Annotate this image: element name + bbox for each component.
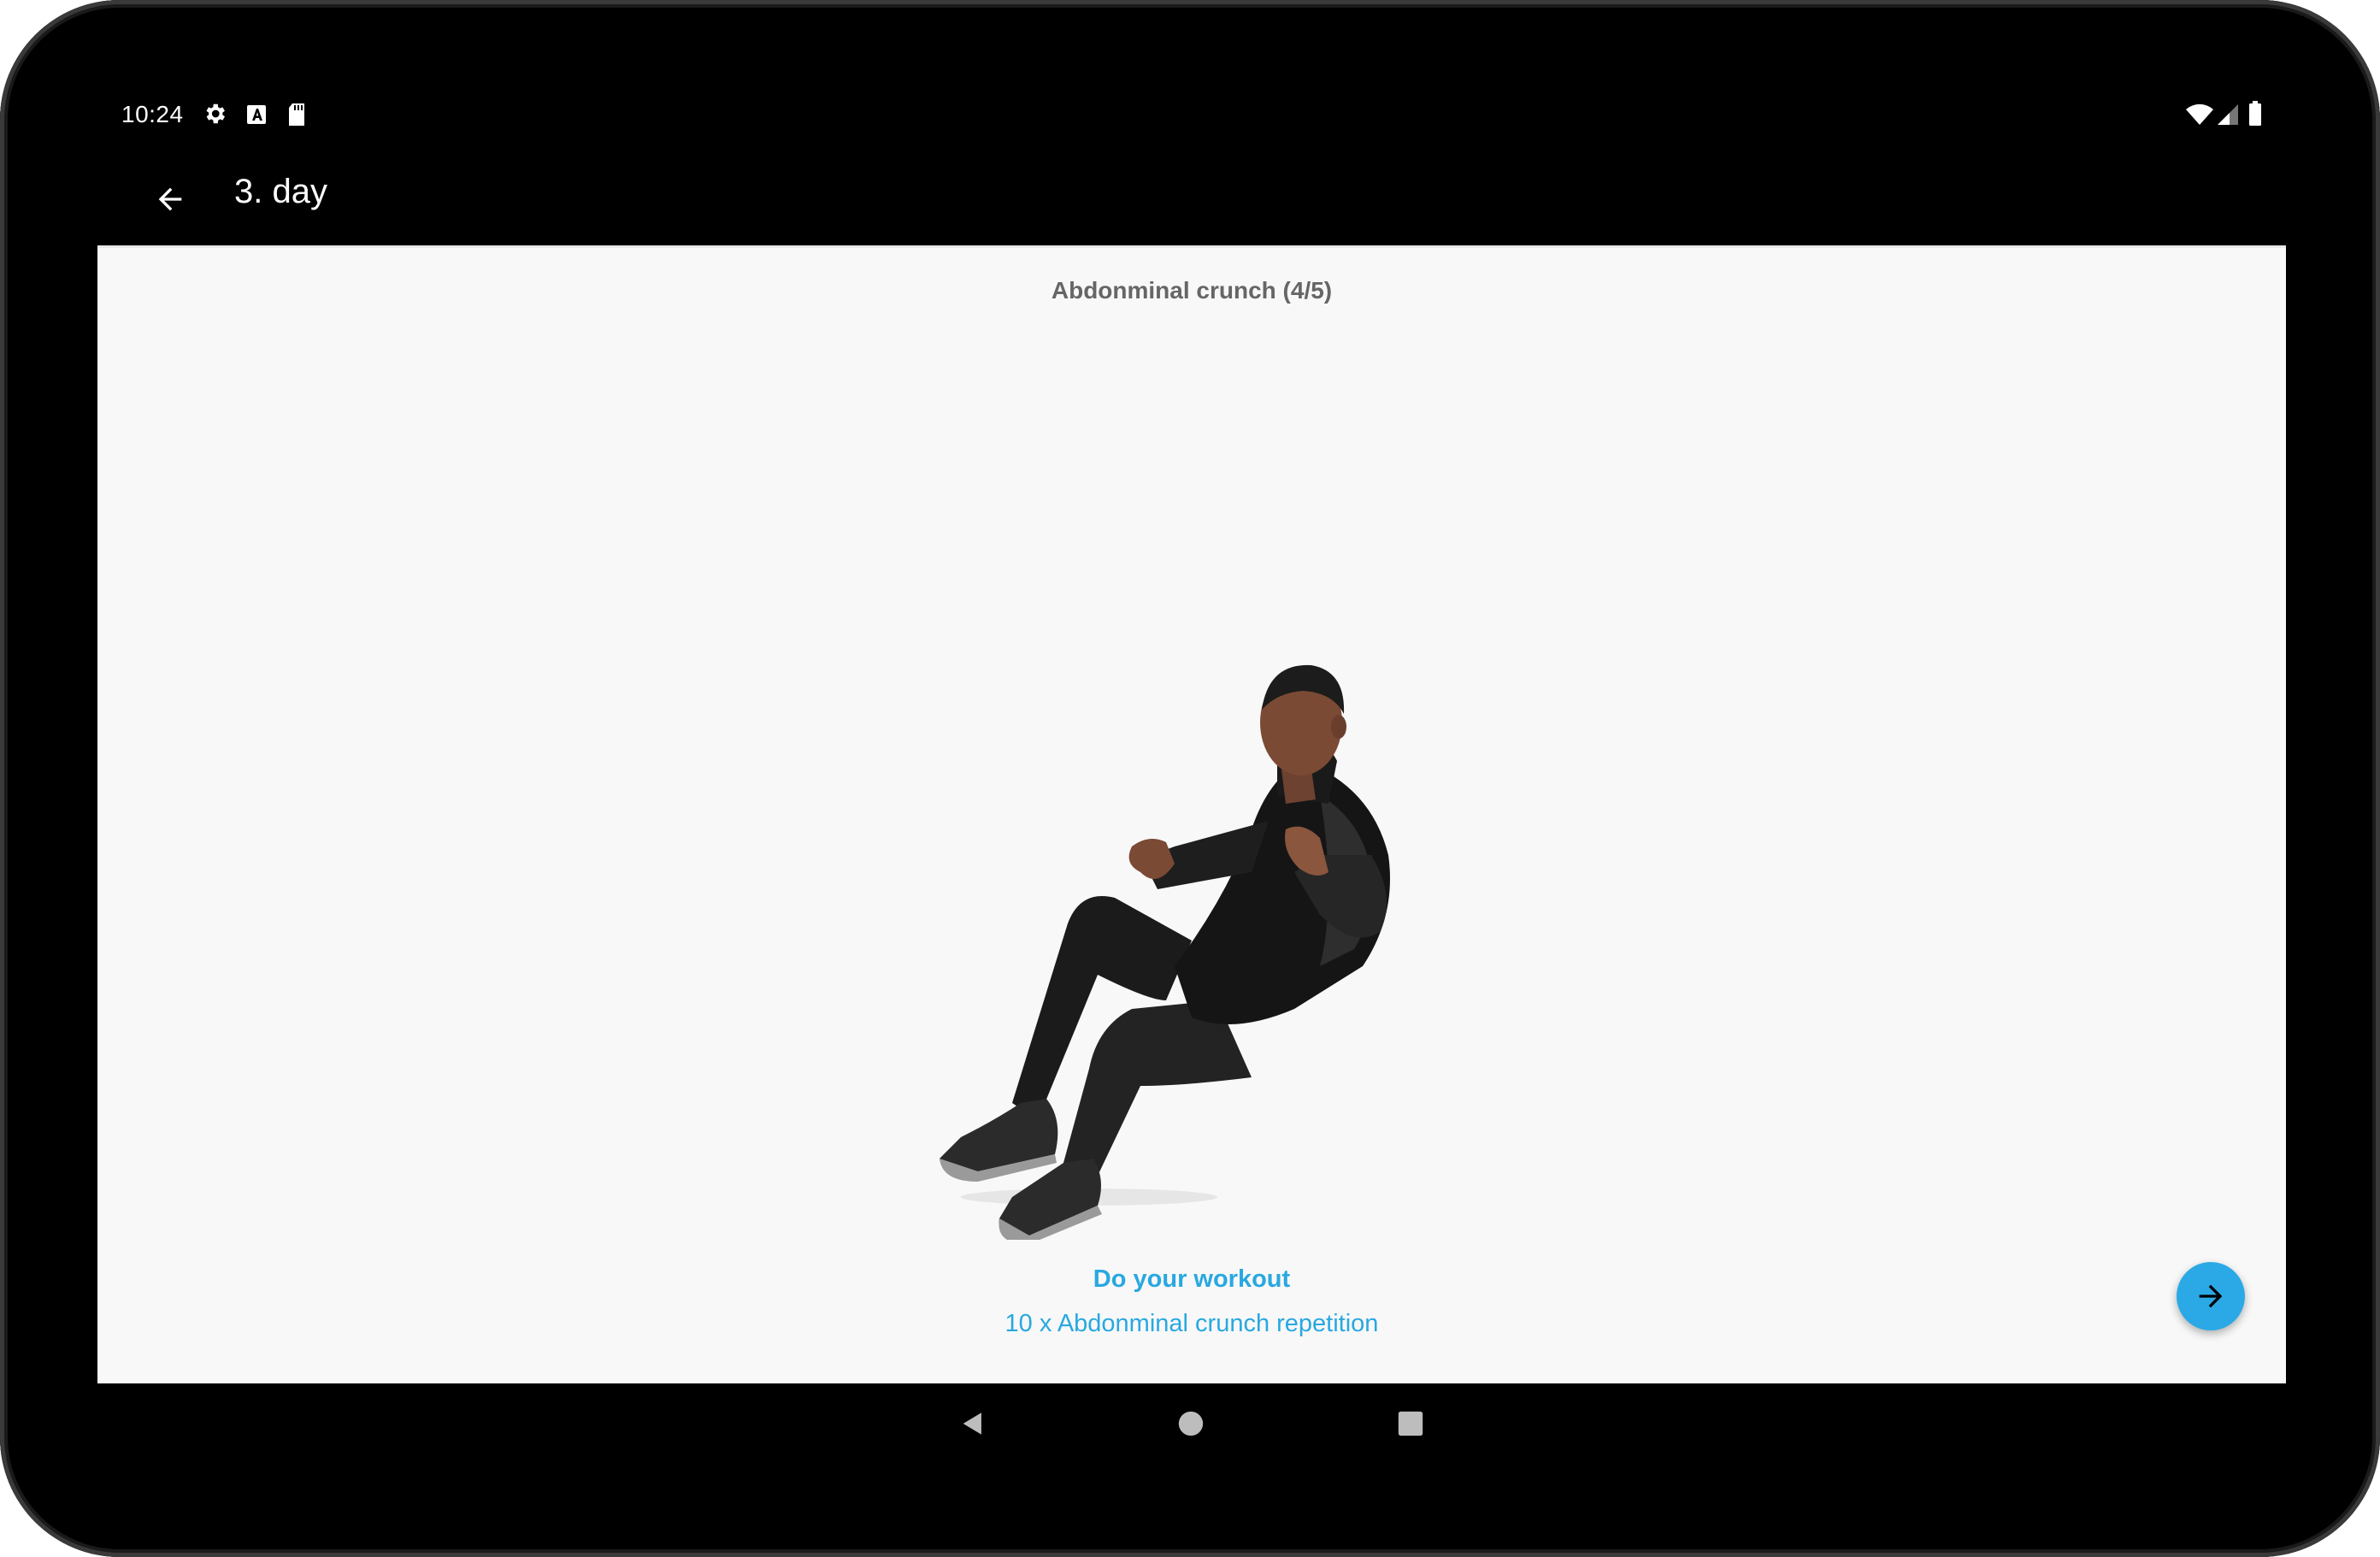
status-bar: 10:24 xyxy=(120,96,2265,137)
navigation-bar xyxy=(0,1389,2380,1458)
battery-icon xyxy=(2249,101,2261,126)
status-time: 10:24 xyxy=(121,101,184,127)
arrow-forward-icon xyxy=(2199,1284,2223,1308)
next-exercise-button[interactable] xyxy=(2177,1262,2245,1330)
sd-card-icon xyxy=(289,103,304,126)
arrow-back-icon xyxy=(158,187,182,211)
nav-back-button[interactable] xyxy=(939,1389,1007,1458)
gear-icon xyxy=(206,103,225,124)
exercise-screen: Abdonminal crunch (4/5) Do your workout … xyxy=(97,245,2286,1383)
signal-icon xyxy=(2218,104,2238,125)
tablet-device: 10:24 3. day Abdonminal crunch (4/5) Do … xyxy=(0,0,2380,1557)
nav-recents-button[interactable] xyxy=(1376,1389,1445,1458)
workout-instruction-detail: 10 x Abdonminal crunch repetition xyxy=(1004,1310,1379,1337)
a-icon xyxy=(247,105,266,124)
recents-square-icon xyxy=(1398,1411,1423,1436)
app-bar: 3. day xyxy=(97,161,2286,246)
workout-instruction-title: Do your workout xyxy=(1093,1265,1291,1293)
page-title: 3. day xyxy=(234,173,327,210)
back-triangle-icon xyxy=(963,1413,981,1435)
exercise-name: Abdonminal crunch (4/5) xyxy=(1051,277,1333,304)
exercise-illustration xyxy=(940,664,1390,1240)
back-button[interactable] xyxy=(132,169,209,229)
nav-home-button[interactable] xyxy=(1157,1389,1225,1458)
home-circle-icon xyxy=(1178,1411,1204,1436)
wifi-icon xyxy=(2186,103,2213,125)
